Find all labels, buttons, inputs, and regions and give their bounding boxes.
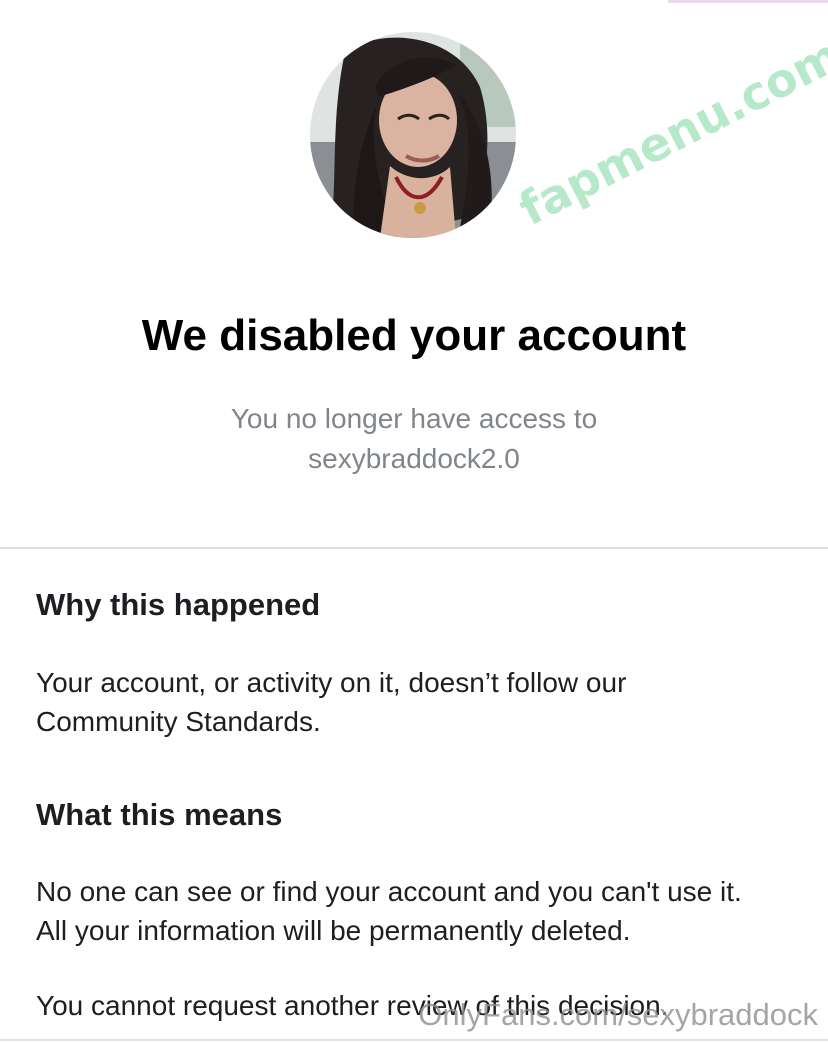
account-username: sexybraddock2.0 bbox=[308, 443, 520, 474]
means-line: All your information will be permanently… bbox=[36, 915, 631, 946]
top-edge-bar bbox=[668, 0, 828, 3]
means-line: No one can see or find your account and … bbox=[36, 876, 742, 907]
why-line: Community Standards. bbox=[36, 706, 321, 737]
bottom-divider bbox=[0, 1039, 828, 1041]
onlyfans-watermark: OnlyFans.com/sexybraddock bbox=[418, 997, 818, 1032]
fapmenu-watermark: fapmenu.com bbox=[510, 27, 828, 237]
access-message-line: You no longer have access to bbox=[230, 403, 598, 434]
why-heading: Why this happened bbox=[36, 587, 321, 622]
means-heading: What this means bbox=[36, 797, 283, 832]
account-access-message: You no longer have access to sexybraddoc… bbox=[0, 399, 828, 479]
content-divider bbox=[0, 547, 828, 549]
avatar-photo-icon bbox=[310, 32, 516, 238]
why-explanation: Your account, or activity on it, doesn’t… bbox=[36, 663, 816, 741]
means-explanation: No one can see or find your account and … bbox=[36, 872, 816, 950]
why-line: Your account, or activity on it, doesn’t… bbox=[36, 667, 627, 698]
profile-avatar bbox=[310, 32, 516, 238]
page-title: We disabled your account bbox=[141, 311, 687, 360]
